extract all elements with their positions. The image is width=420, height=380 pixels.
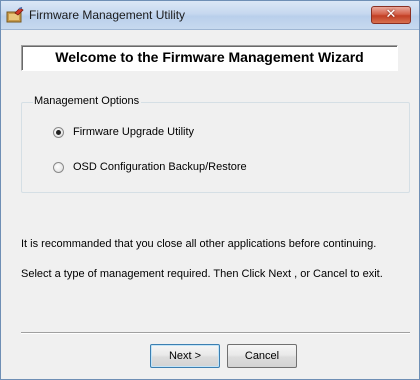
- radio-osd-backup-restore[interactable]: OSD Configuration Backup/Restore: [53, 161, 313, 177]
- radio-button-checked[interactable]: [53, 127, 64, 138]
- close-button[interactable]: ✕: [371, 6, 411, 24]
- radio-label[interactable]: OSD Configuration Backup/Restore: [73, 161, 247, 173]
- radio-label[interactable]: Firmware Upgrade Utility: [73, 126, 194, 138]
- window-title: Firmware Management Utility: [29, 8, 186, 22]
- app-icon: [6, 6, 24, 23]
- radio-dot-icon: [56, 130, 61, 135]
- dialog-window: Firmware Management Utility ✕ Welcome to…: [0, 0, 420, 380]
- radio-button-unchecked[interactable]: [53, 162, 64, 173]
- management-options-group: [21, 102, 410, 193]
- page-title: Welcome to the Firmware Management Wizar…: [55, 49, 364, 65]
- info-text-instructions: Select a type of management required. Th…: [21, 268, 383, 280]
- info-text-recommend: It is recommanded that you close all oth…: [21, 238, 377, 250]
- cancel-button[interactable]: Cancel: [227, 344, 297, 368]
- footer-separator: [21, 332, 410, 334]
- close-icon: ✕: [385, 7, 397, 22]
- group-label: Management Options: [33, 95, 142, 107]
- title-bar[interactable]: Firmware Management Utility ✕: [1, 1, 419, 30]
- radio-firmware-upgrade[interactable]: Firmware Upgrade Utility: [53, 126, 253, 142]
- header-panel: Welcome to the Firmware Management Wizar…: [21, 45, 398, 71]
- next-button[interactable]: Next >: [150, 344, 220, 368]
